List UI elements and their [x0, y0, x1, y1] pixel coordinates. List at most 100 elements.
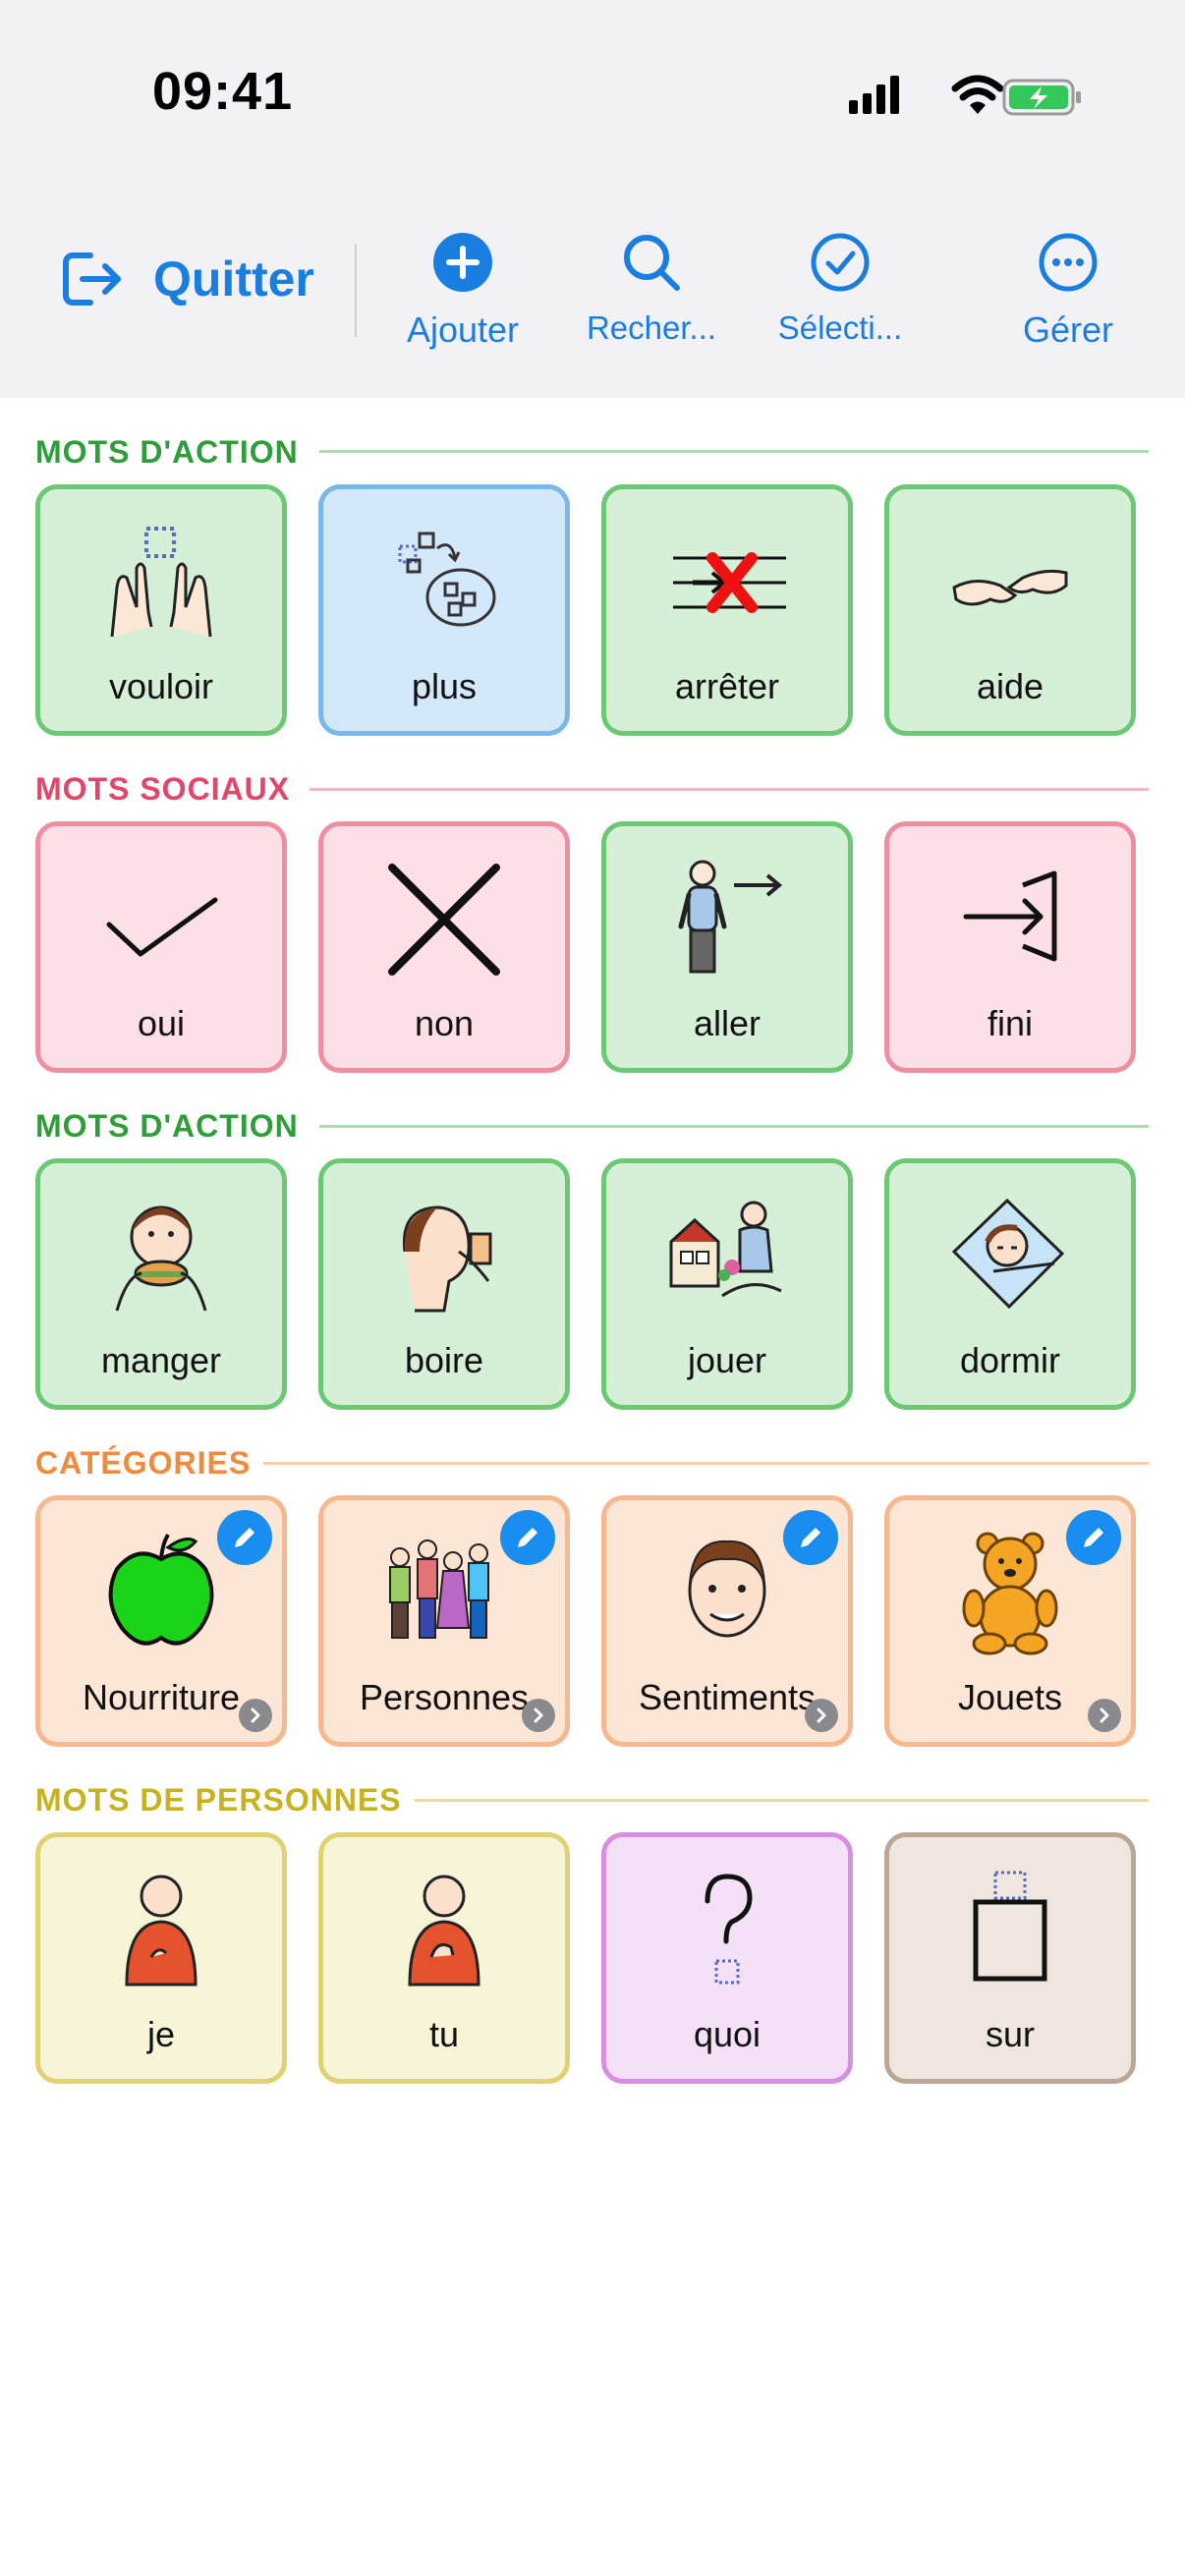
search-button[interactable]: Recher...: [558, 232, 745, 347]
drink-icon: [402, 1205, 492, 1313]
open-category-button[interactable]: [805, 1699, 838, 1732]
select-label: Sélecti...: [777, 309, 903, 346]
tile-aller[interactable]: aller: [601, 821, 853, 1073]
tile-dormir[interactable]: dormir: [884, 1158, 1136, 1410]
tile-nourriture[interactable]: Nourriture: [35, 1495, 287, 1747]
pencil-icon: [801, 1528, 820, 1547]
section-title: MOTS DE PERSONNES: [35, 1781, 402, 1818]
top-bar: 09:41 Quitter Ajouter Recher... Sélecti.…: [0, 0, 1185, 398]
tile-label: tu: [428, 2014, 460, 2054]
go-person-icon: [678, 860, 783, 974]
pencil-icon: [518, 1528, 537, 1547]
tile-label: non: [414, 1003, 475, 1043]
manage-button[interactable]: Gérer: [975, 232, 1161, 351]
tile-jouets[interactable]: Jouets: [884, 1495, 1136, 1747]
tile-arreter[interactable]: arrêter: [601, 484, 853, 736]
chevron-right-icon: [817, 1708, 826, 1723]
section-header-action-1: MOTS D'ACTION: [35, 427, 299, 476]
pencil-icon: [1084, 1528, 1103, 1547]
more-circle-icon: [1039, 233, 1098, 292]
tile-label: dormir: [959, 1340, 1060, 1380]
more-icon: [398, 532, 496, 627]
question-icon: [705, 1874, 753, 1985]
tile-label: aller: [693, 1003, 762, 1043]
tile-sur[interactable]: sur: [884, 1832, 1136, 2084]
section-title: CATÉGORIES: [35, 1444, 252, 1481]
toolbar-divider: [355, 244, 357, 337]
tile-fini[interactable]: fini: [884, 821, 1136, 1073]
tile-label: quoi: [693, 2014, 762, 2054]
tile-label: je: [146, 2014, 176, 2054]
sleep-icon: [951, 1198, 1065, 1310]
tile-label: arrêter: [674, 666, 780, 706]
section-header-social: MOTS SOCIAUX: [35, 764, 290, 813]
section-title: MOTS D'ACTION: [35, 1107, 299, 1144]
tile-label: boire: [404, 1340, 484, 1380]
tile-label: jouer: [687, 1340, 767, 1380]
search-icon: [624, 235, 680, 291]
tile-personnes[interactable]: Personnes: [318, 1495, 570, 1747]
add-button[interactable]: Ajouter: [369, 232, 556, 351]
x-icon: [388, 864, 500, 976]
apple-icon: [108, 1533, 214, 1646]
edit-button[interactable]: [783, 1510, 838, 1565]
tile-oui[interactable]: oui: [35, 821, 287, 1073]
tile-label: oui: [137, 1003, 186, 1043]
tile-label: plus: [411, 666, 478, 706]
edit-button[interactable]: [217, 1510, 272, 1565]
exit-icon: [63, 252, 121, 306]
checkmark-circle-icon: [811, 233, 870, 292]
tile-non[interactable]: non: [318, 821, 570, 1073]
section-divider: [263, 1462, 1149, 1465]
manage-label: Gérer: [1022, 309, 1114, 350]
status-icons: [849, 75, 1081, 116]
section-divider: [319, 450, 1149, 453]
open-category-button[interactable]: [522, 1699, 555, 1732]
chevron-right-icon: [251, 1708, 260, 1723]
me-person-icon: [125, 1875, 198, 1987]
tile-boire[interactable]: boire: [318, 1158, 570, 1410]
section-header-categories: CATÉGORIES: [35, 1438, 251, 1487]
tile-tu[interactable]: tu: [318, 1832, 570, 2084]
tile-plus[interactable]: plus: [318, 484, 570, 736]
tile-jouer[interactable]: jouer: [601, 1158, 853, 1410]
quit-label: Quitter: [153, 252, 314, 307]
tile-manger[interactable]: manger: [35, 1158, 287, 1410]
checkmark-icon: [106, 897, 218, 957]
section-title: MOTS SOCIAUX: [35, 770, 291, 807]
tile-aide[interactable]: aide: [884, 484, 1136, 736]
people-group-icon: [389, 1540, 489, 1639]
wifi-icon: [951, 75, 1004, 114]
open-category-button[interactable]: [1088, 1699, 1121, 1732]
open-category-button[interactable]: [239, 1699, 272, 1732]
section-divider: [415, 1799, 1149, 1802]
section-title: MOTS D'ACTION: [35, 433, 299, 470]
chevron-right-icon: [1100, 1708, 1109, 1723]
chevron-right-icon: [534, 1708, 543, 1723]
edit-button[interactable]: [500, 1510, 555, 1565]
tile-label: fini: [987, 1003, 1034, 1043]
tile-sentiments[interactable]: Sentiments: [601, 1495, 853, 1747]
section-divider: [319, 1125, 1149, 1128]
help-hands-icon: [952, 569, 1068, 606]
quit-button[interactable]: Quitter: [61, 251, 314, 308]
tile-label: vouloir: [108, 666, 214, 706]
want-hands-icon: [110, 527, 212, 638]
tile-je[interactable]: je: [35, 1832, 287, 2084]
select-button[interactable]: Sélecti...: [747, 232, 933, 347]
on-box-icon: [973, 1871, 1047, 1982]
tile-label: sur: [985, 2014, 1035, 2054]
finished-icon: [963, 870, 1057, 962]
add-label: Ajouter: [406, 309, 520, 350]
section-header-action-2: MOTS D'ACTION: [35, 1101, 299, 1150]
section-divider: [310, 788, 1149, 791]
tile-quoi[interactable]: quoi: [601, 1832, 853, 2084]
tile-label: manger: [100, 1340, 222, 1380]
plus-circle-icon: [433, 233, 492, 292]
edit-button[interactable]: [1066, 1510, 1121, 1565]
section-header-people: MOTS DE PERSONNES: [35, 1775, 402, 1824]
pencil-icon: [235, 1528, 254, 1547]
eat-icon: [115, 1205, 207, 1312]
tile-vouloir[interactable]: vouloir: [35, 484, 287, 736]
teddy-bear-icon: [962, 1532, 1058, 1655]
